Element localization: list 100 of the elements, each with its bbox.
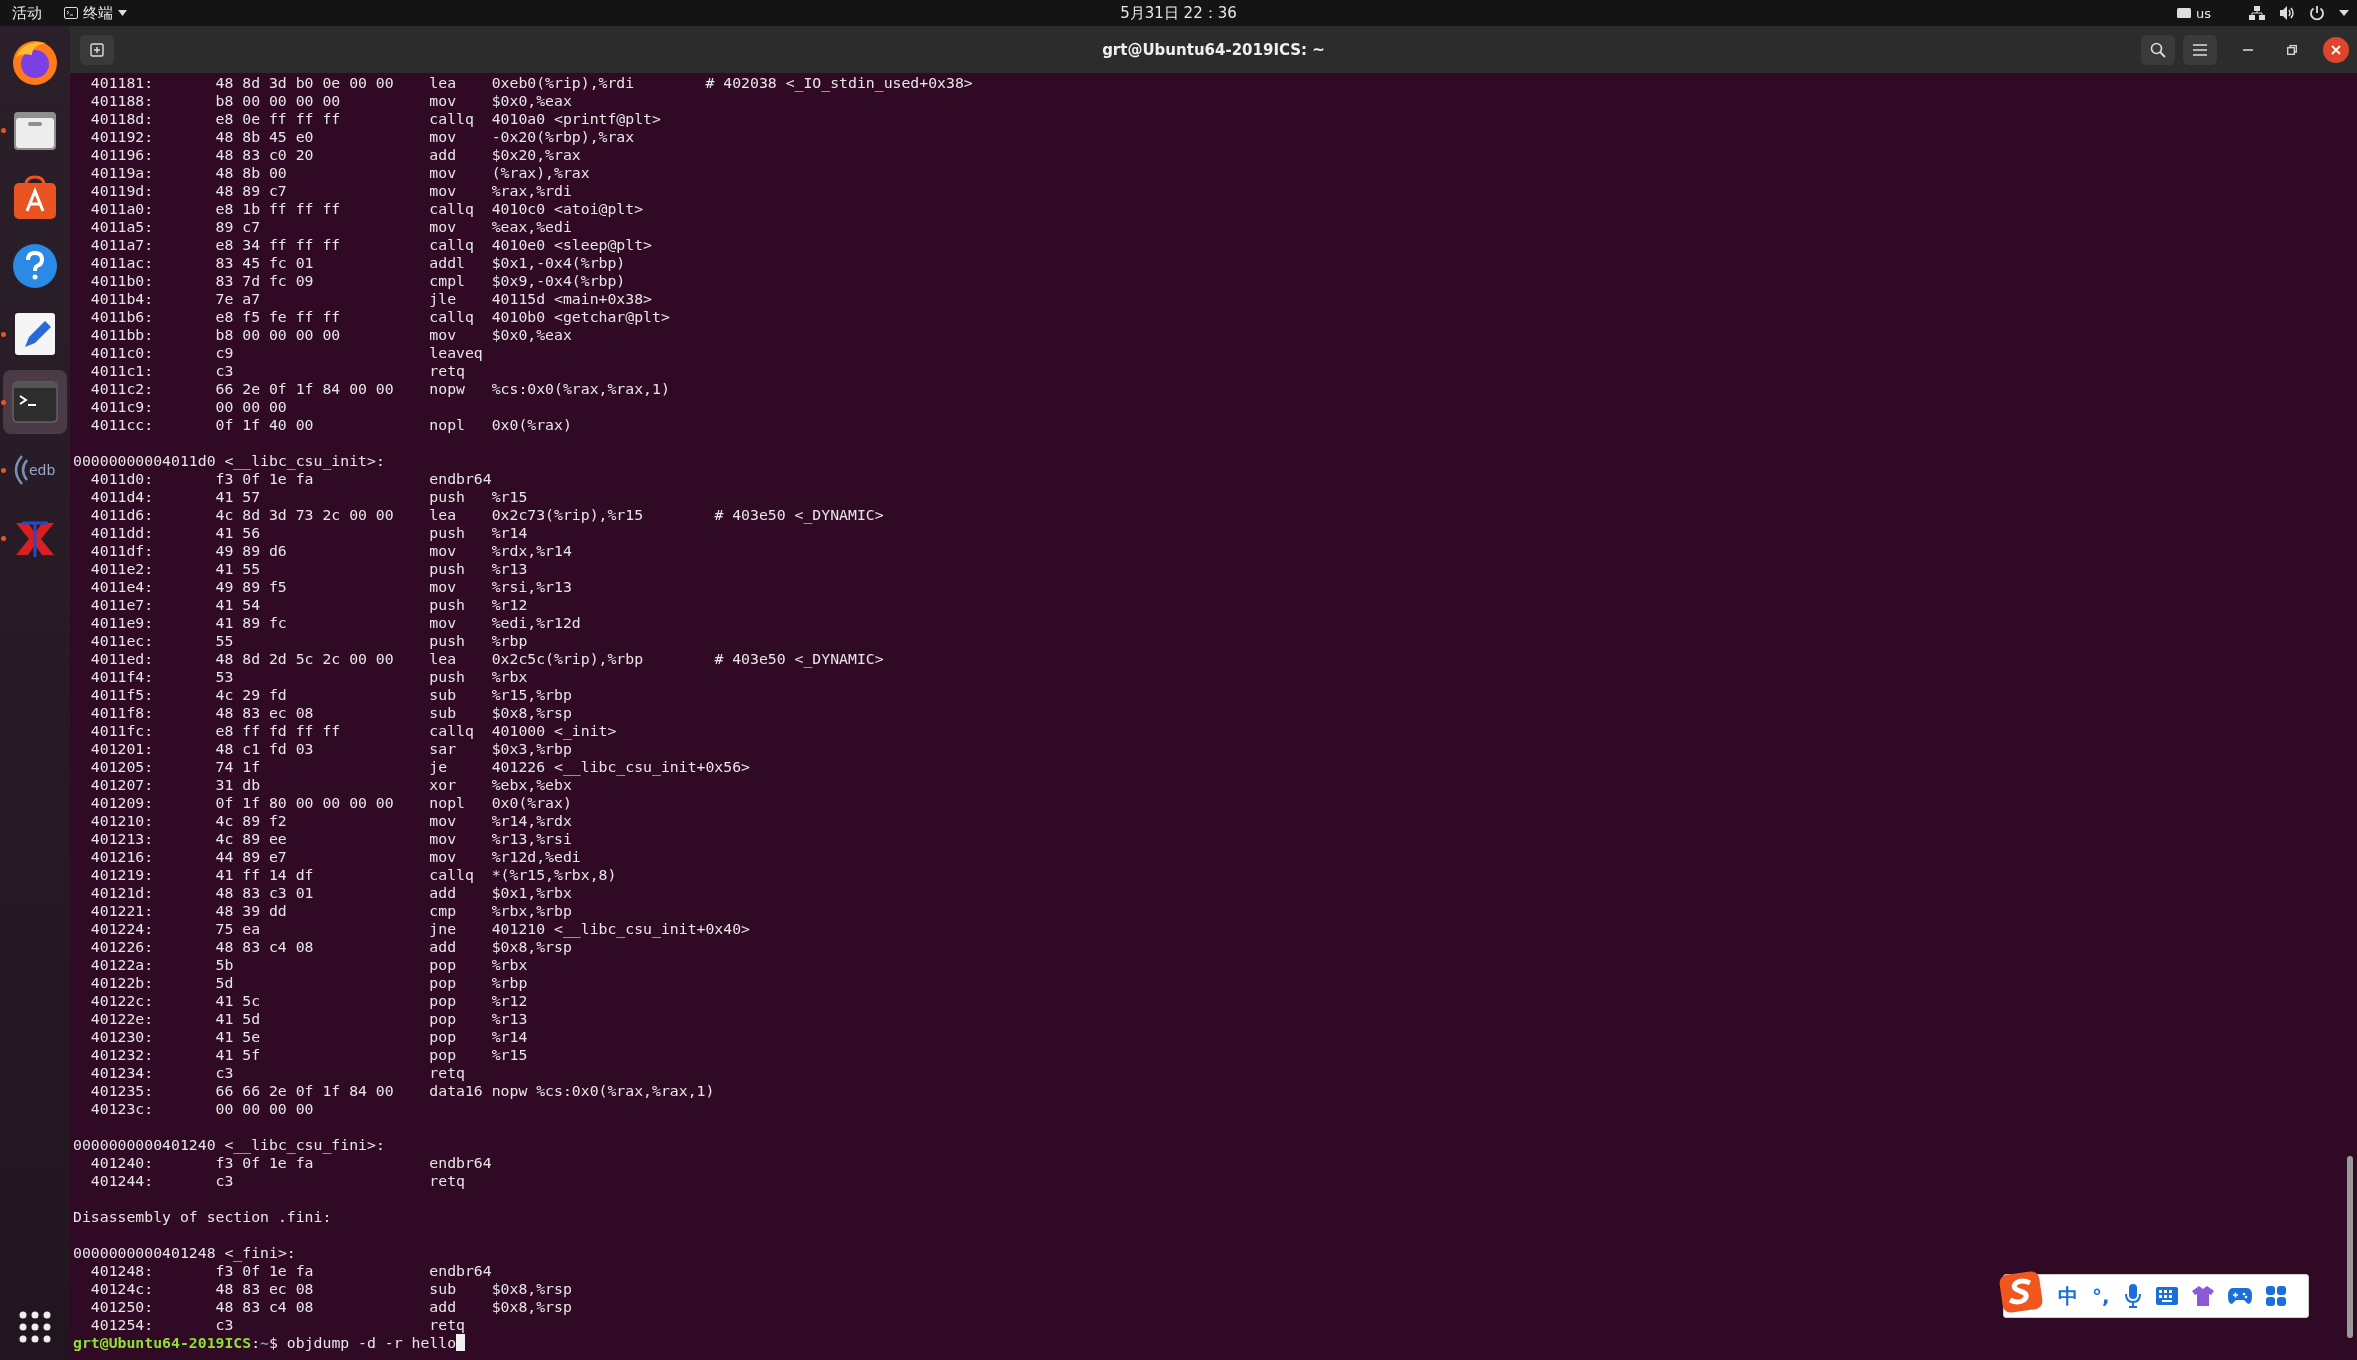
address: 401205: xyxy=(90,758,155,776)
mnemonic: mov xyxy=(429,182,458,200)
search-button[interactable] xyxy=(2141,34,2175,65)
address: 40121d: xyxy=(90,884,155,902)
address: 4011b0: xyxy=(90,272,155,290)
operands: 401226 <__libc_csu_init+0x56> xyxy=(491,758,750,776)
mnemonic: lea xyxy=(429,506,458,524)
mnemonic: jle xyxy=(429,290,458,308)
machine-code: 4c 8d 3d 73 2c 00 00 xyxy=(215,506,395,524)
keyboard-layout-button[interactable]: us xyxy=(2177,5,2211,21)
address: 40122b: xyxy=(90,974,155,992)
mnemonic: push xyxy=(429,596,466,614)
address: 401221: xyxy=(90,902,155,920)
address: 4011d0: xyxy=(90,470,155,488)
dock-item[interactable]: edb xyxy=(3,438,67,502)
machine-code: 4c 29 fd xyxy=(215,686,288,704)
activities-button[interactable]: 活动 xyxy=(12,3,42,23)
mnemonic: push xyxy=(429,488,466,506)
mnemonic: lea xyxy=(429,74,458,92)
machine-code: c3 xyxy=(215,362,235,380)
machine-code: 83 7d fc 09 xyxy=(215,272,315,290)
pencil-document-icon xyxy=(13,311,57,357)
machine-code: 44 89 e7 xyxy=(215,848,288,866)
address: 4011e9: xyxy=(90,614,155,632)
window-title: grt@Ubuntu64-2019ICS: ~ xyxy=(1102,40,1325,59)
address: 4011e7: xyxy=(90,596,155,614)
caret-icon[interactable] xyxy=(2339,10,2349,16)
gamepad-icon[interactable] xyxy=(2227,1287,2252,1305)
address: 401219: xyxy=(90,866,155,884)
machine-code: c3 xyxy=(215,1316,235,1334)
machine-code: 48 83 ec 08 xyxy=(215,1280,315,1298)
operands: %eax,%edi xyxy=(491,218,572,236)
punctuation-toggle[interactable]: °, xyxy=(2092,1284,2110,1308)
running-indicator xyxy=(1,332,6,337)
scrollbar-thumb[interactable] xyxy=(2347,1156,2353,1338)
mnemonic: data16 xyxy=(429,1082,484,1100)
close-button[interactable] xyxy=(2323,36,2349,63)
mnemonic: add xyxy=(429,884,458,902)
machine-code: 48 83 c0 20 xyxy=(215,146,315,164)
mnemonic: pop xyxy=(429,992,458,1010)
input-mode-toggle[interactable]: 中 xyxy=(2058,1282,2078,1310)
mnemonic: mov xyxy=(429,326,458,344)
network-icon[interactable] xyxy=(2249,5,2265,21)
operands: %r13,%rsi xyxy=(491,830,572,848)
mnemonic: mov xyxy=(429,578,458,596)
operands: 4010a0 <printf@plt> xyxy=(491,110,661,128)
address: 401234: xyxy=(90,1064,155,1082)
machine-code: 53 xyxy=(215,668,235,686)
machine-code: e8 f5 fe ff ff xyxy=(215,308,342,326)
machine-code: 41 89 fc xyxy=(215,614,288,632)
machine-code: c9 xyxy=(215,344,235,362)
running-indicator xyxy=(1,536,6,541)
minimize-icon xyxy=(2243,48,2253,51)
clock[interactable]: 5月31日 22：36 xyxy=(1120,3,1237,23)
machine-code: c3 xyxy=(215,1172,235,1190)
new-tab-button[interactable] xyxy=(80,34,114,65)
address: 401181: xyxy=(90,74,155,92)
mnemonic: sar xyxy=(429,740,458,758)
operands: 40115d <main+0x38> xyxy=(491,290,652,308)
machine-code: 55 xyxy=(215,632,235,650)
mnemonic: pop xyxy=(429,1010,458,1028)
operands: %rax,%rdi xyxy=(491,182,572,200)
mnemonic: nopl xyxy=(429,416,466,434)
operands: 401000 <_init> xyxy=(491,722,617,740)
caret-icon xyxy=(118,10,127,16)
address: 40124c: xyxy=(90,1280,155,1298)
keyboard-icon[interactable] xyxy=(2155,1287,2178,1305)
mnemonic: callq xyxy=(429,110,475,128)
mnemonic: push xyxy=(429,560,466,578)
machine-code: 66 2e 0f 1f 84 00 00 xyxy=(215,380,395,398)
machine-code: 48 89 c7 xyxy=(215,182,288,200)
prompt-separator: : xyxy=(251,1334,261,1352)
machine-code: 41 57 xyxy=(215,488,262,506)
address: 401207: xyxy=(90,776,155,794)
operands: $0x8,%rsp xyxy=(491,1298,572,1316)
operands: $0x0,%eax xyxy=(491,326,572,344)
output-line: 00000000004011d0 <__libc_csu_init>: xyxy=(73,452,385,470)
address: 4011cc: xyxy=(90,416,155,434)
mnemonic: endbr64 xyxy=(429,1154,492,1172)
operands: %r12 xyxy=(491,992,528,1010)
address: 4011b4: xyxy=(90,290,155,308)
address: 401230: xyxy=(90,1028,155,1046)
grid-icon[interactable] xyxy=(2265,1286,2286,1306)
mnemonic: cmp xyxy=(429,902,458,920)
operands: 4010b0 <getchar@plt> xyxy=(491,308,670,326)
mnemonic: cmpl xyxy=(429,272,466,290)
operands: %r15,%rbp xyxy=(491,686,572,704)
mnemonic: push xyxy=(429,632,466,650)
machine-code: 75 ea xyxy=(215,920,262,938)
menu-button[interactable] xyxy=(2183,34,2217,65)
microphone-icon[interactable] xyxy=(2123,1284,2142,1308)
operands: $0x1,-0x4(%rbp) xyxy=(491,254,626,272)
address: 4011e2: xyxy=(90,560,155,578)
volume-icon[interactable] xyxy=(2279,5,2295,21)
shirt-icon[interactable] xyxy=(2191,1286,2214,1306)
power-icon[interactable] xyxy=(2309,5,2325,21)
app-menu[interactable]: 终端 xyxy=(64,3,127,23)
address: 40118d: xyxy=(90,110,155,128)
app-grid-icon[interactable] xyxy=(18,1310,52,1344)
address: 4011c0: xyxy=(90,344,155,362)
